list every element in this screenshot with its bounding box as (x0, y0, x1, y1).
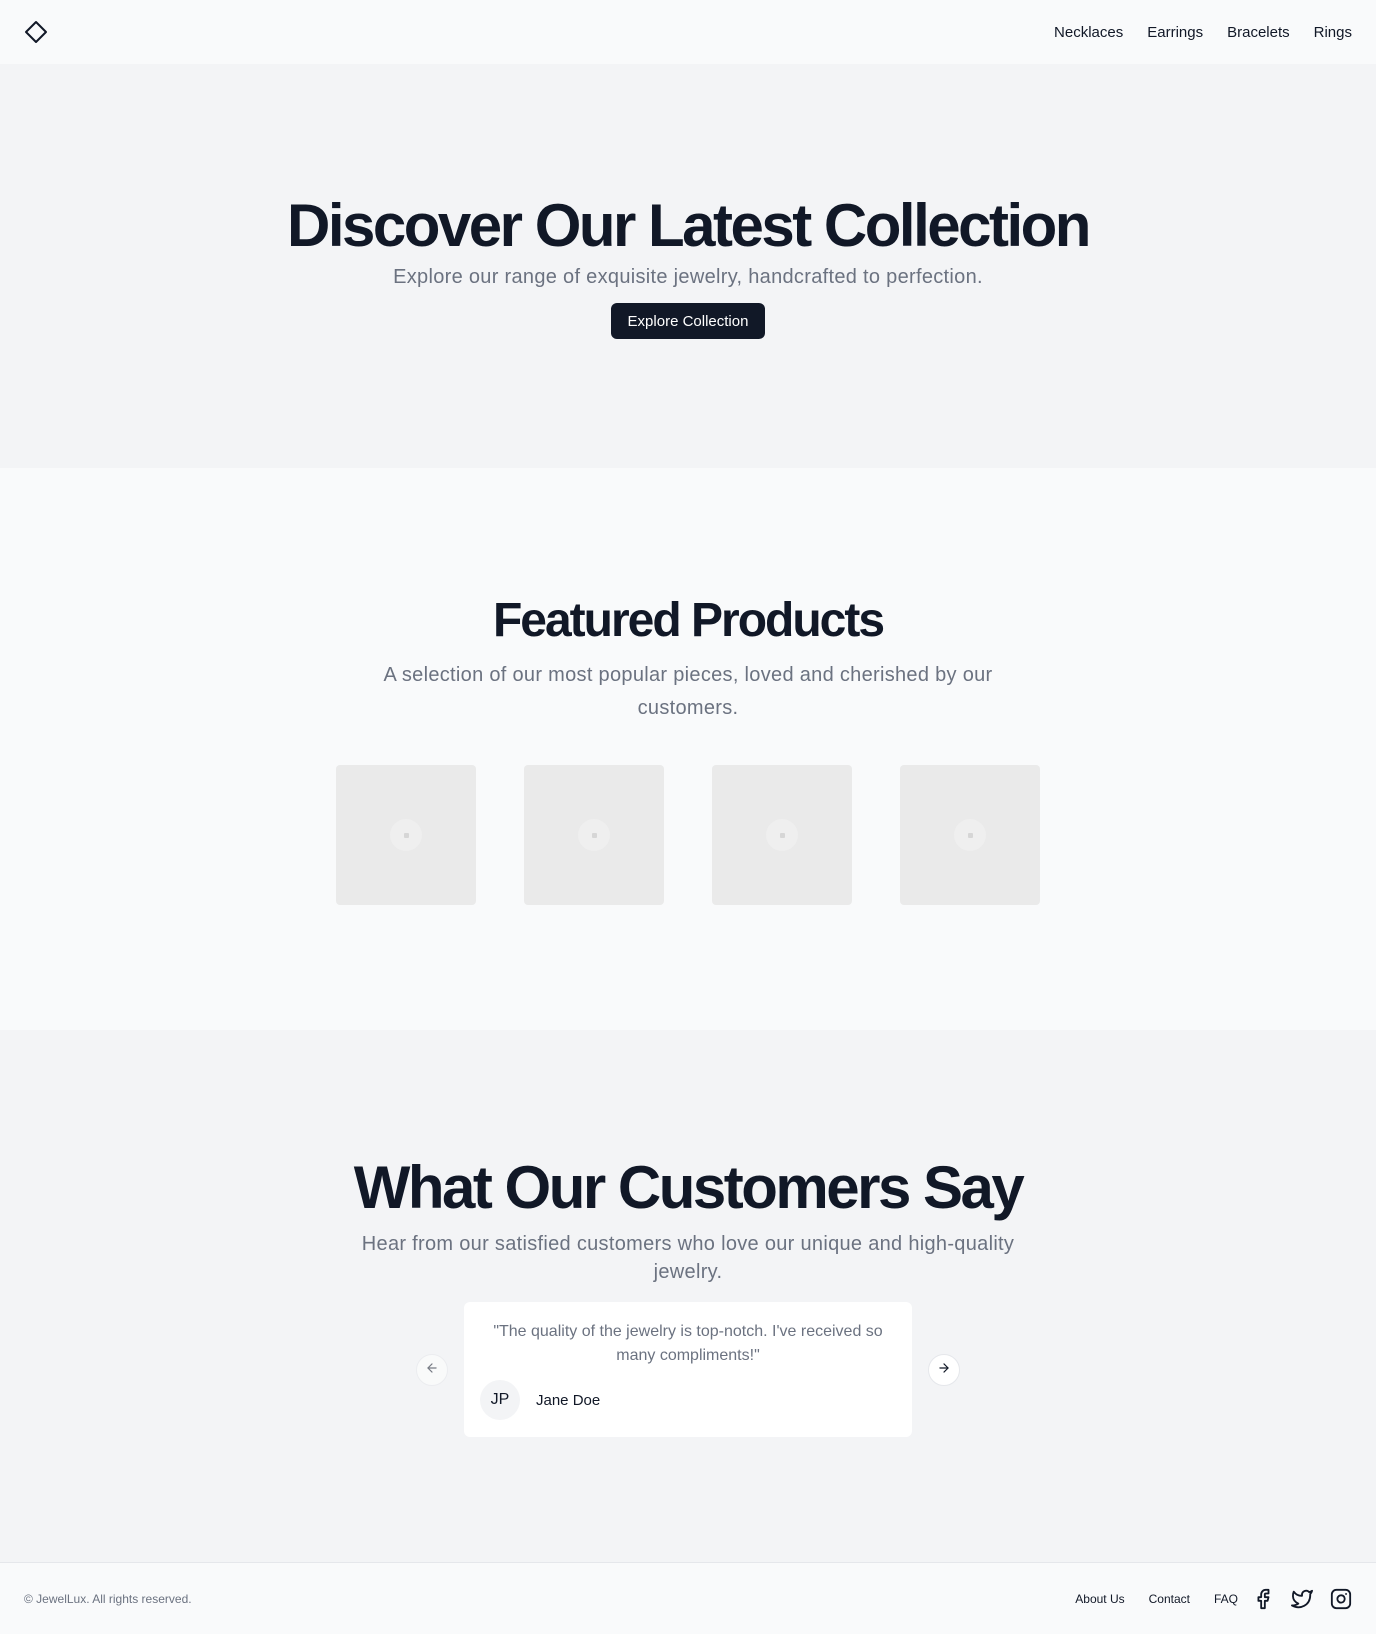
diamond-icon[interactable] (24, 20, 48, 44)
carousel-prev-button[interactable] (416, 1353, 448, 1386)
loading-placeholder-icon (954, 819, 986, 851)
arrow-left-icon (425, 1361, 439, 1378)
avatar: JP (480, 1380, 520, 1420)
loading-placeholder-icon (766, 819, 798, 851)
featured-products-section: Featured Products A selection of our mos… (0, 468, 1376, 1030)
site-footer: © JewelLux. All rights reserved. About U… (0, 1562, 1376, 1634)
testimonial-carousel: "The quality of the jewelry is top-notch… (416, 1302, 960, 1437)
social-links (1252, 1588, 1352, 1610)
testimonials-subtitle: Hear from our satisfied customers who lo… (361, 1233, 1015, 1283)
product-card[interactable] (336, 765, 476, 905)
facebook-icon[interactable] (1252, 1588, 1274, 1610)
loading-placeholder-icon (578, 819, 610, 851)
footer-link-faq[interactable]: FAQ (1214, 1592, 1238, 1606)
twitter-icon[interactable] (1290, 1588, 1314, 1610)
copyright-text: © JewelLux. All rights reserved. (24, 1591, 192, 1606)
hero-section: Discover Our Latest Collection Explore o… (0, 64, 1376, 468)
featured-title: Featured Products (492, 594, 885, 647)
arrow-right-icon (937, 1361, 951, 1378)
product-card[interactable] (712, 765, 852, 905)
nav-link-rings[interactable]: Rings (1314, 24, 1352, 41)
explore-collection-button[interactable]: Explore Collection (610, 303, 766, 339)
nav-link-earrings[interactable]: Earrings (1147, 24, 1203, 41)
footer-link-contact[interactable]: Contact (1149, 1592, 1190, 1606)
testimonial-quote: "The quality of the jewelry is top-notch… (493, 1323, 883, 1364)
main-nav: Necklaces Earrings Bracelets Rings (1054, 24, 1352, 41)
testimonial-card: "The quality of the jewelry is top-notch… (464, 1302, 912, 1437)
nav-link-necklaces[interactable]: Necklaces (1054, 24, 1123, 41)
footer-links: About Us Contact FAQ (1075, 1588, 1352, 1610)
instagram-icon[interactable] (1330, 1588, 1352, 1610)
carousel-next-button[interactable] (928, 1353, 960, 1386)
footer-link-about[interactable]: About Us (1075, 1592, 1124, 1606)
testimonial-author: JP Jane Doe (480, 1380, 896, 1420)
product-card[interactable] (900, 765, 1040, 905)
product-grid (336, 765, 1040, 905)
loading-placeholder-icon (390, 819, 422, 851)
nav-link-bracelets[interactable]: Bracelets (1227, 24, 1290, 41)
testimonials-title: What Our Customers Say (353, 1154, 1025, 1221)
product-card[interactable] (524, 765, 664, 905)
featured-subtitle: A selection of our most popular pieces, … (383, 664, 993, 719)
site-header: Necklaces Earrings Bracelets Rings (0, 0, 1376, 64)
hero-title: Discover Our Latest Collection (287, 192, 1091, 259)
hero-subtitle: Explore our range of exquisite jewelry, … (393, 266, 983, 288)
author-name: Jane Doe (536, 1391, 601, 1409)
testimonials-section: What Our Customers Say Hear from our sat… (0, 1030, 1376, 1562)
